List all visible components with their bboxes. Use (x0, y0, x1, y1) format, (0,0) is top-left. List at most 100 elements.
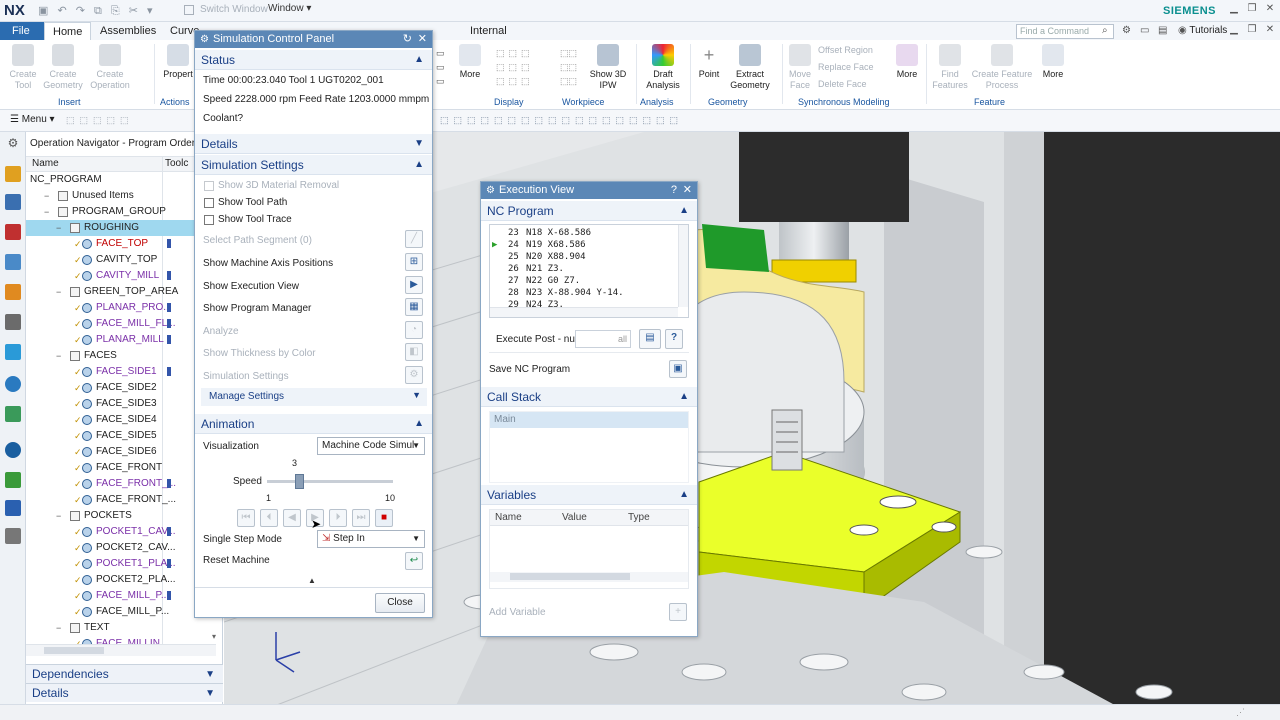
web-browser-icon[interactable] (5, 376, 21, 392)
window-icon[interactable]: ▭ (1140, 25, 1149, 36)
call-stack-header[interactable]: Call Stack ▲ (481, 387, 697, 407)
help-icon[interactable]: ? (671, 182, 677, 199)
expand-collapse-icon[interactable]: − (56, 511, 64, 521)
animation-section-header[interactable]: Animation ▲ (195, 414, 432, 434)
tutorials-link[interactable]: ◉ Tutorials (1178, 25, 1227, 36)
save-nc-program-icon[interactable]: ▣ (669, 360, 687, 378)
history-icon[interactable] (5, 344, 21, 360)
execute-post-input[interactable]: all (575, 330, 631, 348)
show-execution-view-label[interactable]: Show Execution View (203, 281, 299, 292)
expand-collapse-icon[interactable]: − (56, 287, 64, 297)
tab-home[interactable]: Home (44, 22, 92, 40)
variables-table[interactable]: Name Value Type (489, 509, 689, 589)
collapse-arrow-icon[interactable]: ▲ (308, 576, 316, 585)
column-name[interactable]: Name (32, 158, 59, 169)
view-toolbar-icons[interactable]: ⬚⬚⬚⬚⬚⬚⬚⬚⬚⬚⬚⬚⬚⬚⬚⬚⬚⬚ (440, 115, 683, 126)
step-forward-icon[interactable]: ⏵ (329, 509, 347, 527)
command-finder-input[interactable]: Find a Command (1016, 24, 1114, 39)
scrollbar-thumb[interactable] (44, 647, 104, 654)
replace-face-button[interactable]: Replace Face (818, 62, 874, 72)
extract-geometry-button[interactable]: Extract Geometry (724, 44, 776, 91)
col-type[interactable]: Type (628, 510, 650, 526)
nc-h-scrollbar[interactable] (490, 307, 678, 317)
menu-button[interactable]: ☰ Menu ▾ (10, 114, 55, 125)
tab-internal[interactable]: Internal (462, 22, 515, 40)
window-menu[interactable]: Window ▾ (268, 3, 311, 14)
offset-region-button[interactable]: Offset Region (818, 45, 873, 55)
machine-axis-icon[interactable]: ⊞ (405, 253, 423, 271)
constraint-navigator-icon[interactable] (5, 194, 21, 210)
doc-restore-icon[interactable]: ❐ (1244, 24, 1260, 38)
call-stack-list[interactable]: Main (489, 411, 689, 483)
layout-icon[interactable]: ▤ (1158, 25, 1167, 36)
create-operation-button[interactable]: Create Operation (88, 44, 132, 91)
help-icon[interactable]: ? (665, 329, 683, 349)
analyze-icon[interactable]: ◔ (405, 321, 423, 339)
variables-h-scrollbar[interactable] (490, 572, 688, 582)
execution-view-icon[interactable]: ▶ (405, 276, 423, 294)
execute-post-icon[interactable]: ▤ (639, 329, 661, 349)
expand-collapse-icon[interactable]: − (56, 623, 64, 633)
expand-collapse-icon[interactable]: − (56, 223, 64, 233)
play-backward-icon[interactable]: ◀ (283, 509, 301, 527)
close-icon[interactable]: ✕ (683, 182, 692, 199)
selection-filter-icons[interactable]: ⬚⬚⬚⬚⬚ (66, 115, 134, 126)
create-feature-process-button[interactable]: Create Feature Process (970, 44, 1034, 91)
col-name[interactable]: Name (495, 510, 522, 526)
fast-forward-icon[interactable]: ⏭ (352, 509, 370, 527)
process-studio-icon[interactable] (5, 406, 21, 422)
show-tool-trace-checkbox[interactable] (204, 215, 214, 225)
scroll-down-arrow[interactable]: ▾ (212, 632, 216, 641)
scrollbar-thumb[interactable] (510, 573, 630, 580)
status-section-header[interactable]: Status ▲ (195, 50, 432, 70)
show-3d-material-removal-checkbox[interactable] (204, 181, 214, 191)
operation-navigator-icon[interactable] (5, 254, 21, 270)
create-tool-button[interactable]: Create Tool (6, 44, 40, 91)
workpiece-small-icons[interactable]: ⬚⬚ ⬚⬚ ⬚⬚ (560, 46, 586, 90)
display-small-icons[interactable]: ⬚⬚⬚ ⬚⬚⬚ ⬚⬚⬚ (496, 46, 556, 90)
reset-dialog-icon[interactable]: ↻ (403, 31, 412, 48)
machine-axis-positions-label[interactable]: Show Machine Axis Positions (203, 258, 333, 269)
draft-analysis-button[interactable]: Draft Analysis (640, 44, 686, 91)
col-value[interactable]: Value (562, 510, 587, 526)
reset-machine-button[interactable]: ↩ (405, 552, 423, 570)
call-stack-item[interactable]: Main (490, 412, 688, 428)
dependencies-section[interactable]: Dependencies ▼ (26, 664, 223, 683)
navigator-h-scrollbar[interactable] (26, 644, 216, 656)
properties-button[interactable]: Propert (160, 44, 196, 80)
rewind-to-start-icon[interactable]: ⏮ (237, 509, 255, 527)
tool-library-icon[interactable] (5, 528, 21, 544)
program-manager-icon[interactable]: ▦ (405, 298, 423, 316)
column-tool[interactable]: Toolc (165, 158, 188, 169)
variables-header[interactable]: Variables ▲ (481, 485, 697, 505)
doc-minimize-icon[interactable]: ▁ (1226, 24, 1242, 38)
tab-assemblies[interactable]: Assemblies (92, 22, 164, 40)
details-section[interactable]: Details ▼ (26, 683, 223, 702)
nc-program-header[interactable]: NC Program ▲ (481, 201, 697, 221)
speed-slider[interactable] (267, 474, 393, 489)
doc-close-icon[interactable]: ✕ (1262, 24, 1278, 38)
search-icon[interactable]: ⌕ (1102, 25, 1108, 36)
show-tool-path-checkbox[interactable] (204, 198, 214, 208)
feature-more-button[interactable]: More (1038, 44, 1068, 80)
show-3d-ipw-button[interactable]: Show 3D IPW (586, 44, 630, 91)
settings-icon[interactable]: ⚙ (5, 136, 21, 152)
single-step-mode-dropdown[interactable]: ⇲ Step In ▼ (317, 530, 425, 548)
close-button[interactable]: Close (375, 593, 425, 613)
simulation-settings-header[interactable]: Simulation Settings ▲ (195, 155, 432, 175)
expand-collapse-icon[interactable]: − (44, 207, 52, 217)
display-tools-icon[interactable]: ▭ ▭ ▭ (436, 46, 458, 88)
point-button[interactable]: + Point (694, 44, 724, 80)
roles-icon[interactable] (5, 472, 21, 488)
simulation-settings-icon[interactable]: ⚙ (405, 366, 423, 384)
restore-icon[interactable]: ❐ (1244, 3, 1260, 17)
visualization-dropdown[interactable]: Machine Code Simul ▼ (317, 437, 425, 455)
nc-v-scrollbar[interactable] (678, 225, 688, 307)
delete-face-button[interactable]: Delete Face (818, 79, 867, 89)
nc-code-list[interactable]: 23 N18 X-68.586 ▶ 24 N19 X68.586 25 N20 X88.90… (489, 224, 689, 318)
tab-file[interactable]: File (0, 22, 44, 40)
more-display-button[interactable]: More (458, 44, 482, 80)
machine-navigator-icon[interactable] (5, 284, 21, 300)
create-geometry-button[interactable]: Create Geometry (42, 44, 84, 91)
add-variable-icon[interactable]: + (669, 603, 687, 621)
